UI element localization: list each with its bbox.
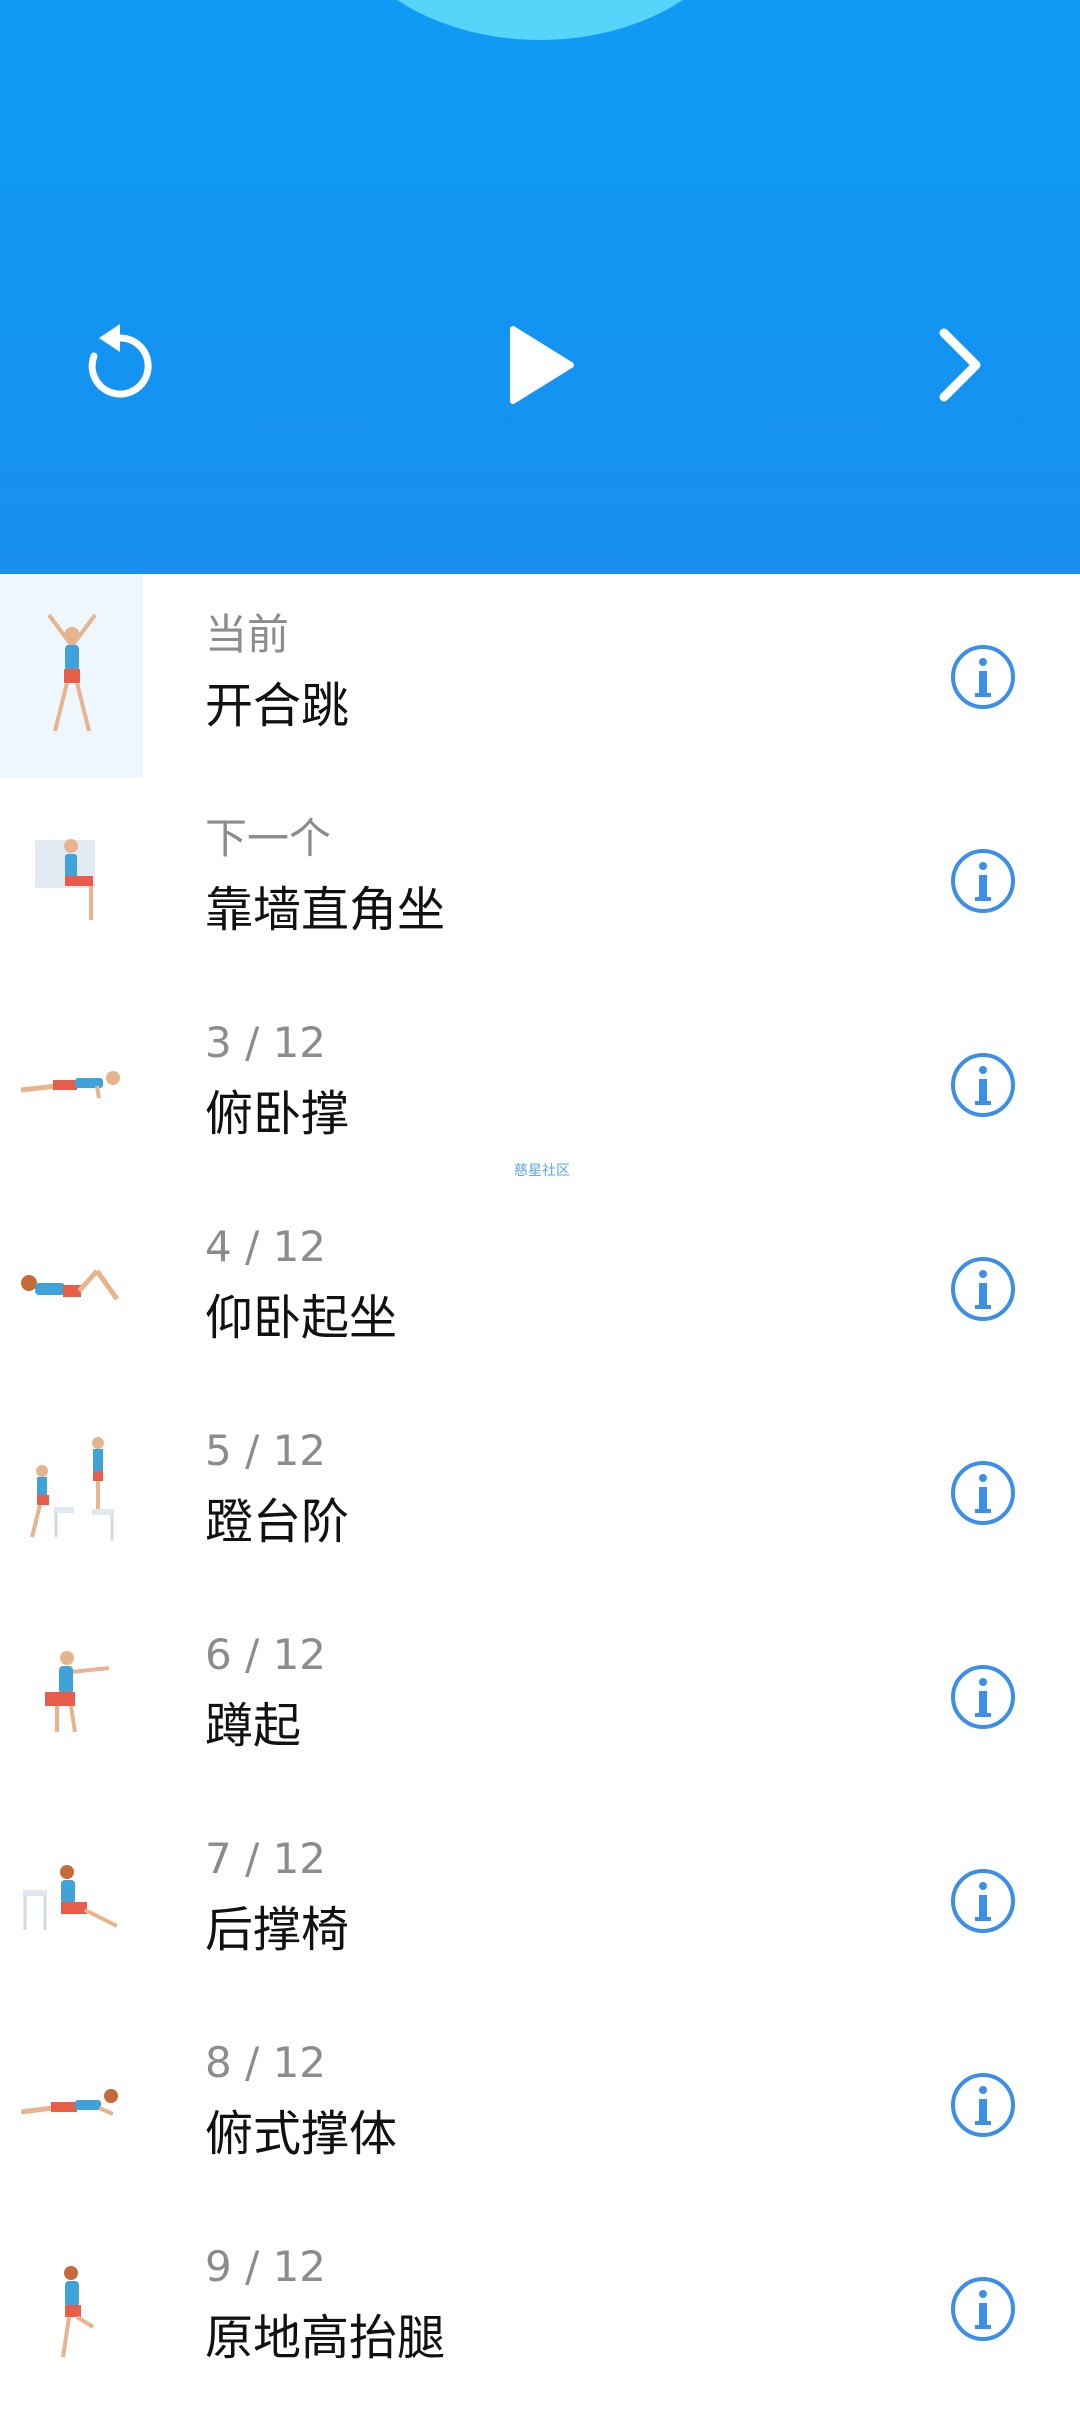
exercise-illustration: [0, 1390, 143, 1594]
exercise-illustration: [0, 1186, 143, 1390]
exercise-position: 5 / 12: [205, 1426, 327, 1475]
exercise-name: 开合跳: [205, 678, 350, 734]
info-icon[interactable]: [950, 1460, 1016, 1526]
list-item[interactable]: 当前 开合跳: [0, 574, 1080, 778]
exercise-name: 后撑椅: [205, 1902, 350, 1958]
info-icon[interactable]: [950, 644, 1016, 710]
next-button[interactable]: [895, 300, 1025, 430]
exercise-name: 原地高抬腿: [205, 2310, 446, 2366]
exercise-illustration: [0, 778, 143, 982]
exercise-name: 蹬台阶: [205, 1494, 350, 1550]
restart-icon: [88, 324, 152, 398]
next-icon: [939, 328, 981, 402]
info-icon[interactable]: [950, 848, 1016, 914]
list-item[interactable]: 下一个 靠墙直角坐: [0, 778, 1080, 982]
info-icon[interactable]: [950, 2276, 1016, 2342]
exercise-position: 3 / 12: [205, 1018, 327, 1067]
workout-header: [0, 0, 1080, 574]
exercise-position: 4 / 12: [205, 1222, 327, 1271]
restart-button[interactable]: [55, 300, 185, 430]
exercise-illustration: [0, 982, 143, 1186]
exercise-position: 6 / 12: [205, 1630, 327, 1679]
exercise-illustration: [0, 2206, 143, 2410]
exercise-position: 7 / 12: [205, 1834, 327, 1883]
exercise-name: 俯卧撑: [205, 1086, 350, 1142]
exercise-name: 俯式撑体: [205, 2106, 398, 2162]
exercise-position: 当前: [205, 610, 290, 659]
play-button[interactable]: [475, 300, 605, 430]
play-icon: [510, 326, 574, 404]
info-icon[interactable]: [950, 1052, 1016, 1118]
exercise-position: 8 / 12: [205, 2038, 327, 2087]
list-item[interactable]: 3 / 12 俯卧撑: [0, 982, 1080, 1186]
exercise-name: 仰卧起坐: [205, 1290, 398, 1346]
list-item[interactable]: 7 / 12 后撑椅: [0, 1798, 1080, 2002]
info-icon[interactable]: [950, 2072, 1016, 2138]
exercise-illustration: [0, 1594, 143, 1798]
list-item[interactable]: 6 / 12 蹲起: [0, 1594, 1080, 1798]
exercise-illustration: [0, 2002, 143, 2206]
exercise-position: 9 / 12: [205, 2242, 327, 2291]
info-icon[interactable]: [950, 1868, 1016, 1934]
list-item[interactable]: 4 / 12 仰卧起坐: [0, 1186, 1080, 1390]
info-icon[interactable]: [950, 1256, 1016, 1322]
info-icon[interactable]: [950, 1664, 1016, 1730]
exercise-name: 蹲起: [205, 1698, 302, 1754]
exercise-position: 下一个: [205, 814, 332, 863]
list-item[interactable]: 8 / 12 俯式撑体: [0, 2002, 1080, 2206]
exercise-illustration: [0, 574, 143, 778]
exercise-list: 当前 开合跳 下一个 靠墙直角坐 3 / 12 俯卧撑 4 / 12 仰卧起坐 …: [0, 574, 1080, 2410]
exercise-name: 靠墙直角坐: [205, 882, 446, 938]
list-item[interactable]: 9 / 12 原地高抬腿: [0, 2206, 1080, 2410]
list-item[interactable]: 5 / 12 蹬台阶: [0, 1390, 1080, 1594]
watermark: 慈星社区: [514, 1163, 570, 1179]
timer-circle: [330, 0, 750, 40]
exercise-illustration: [0, 1798, 143, 2002]
